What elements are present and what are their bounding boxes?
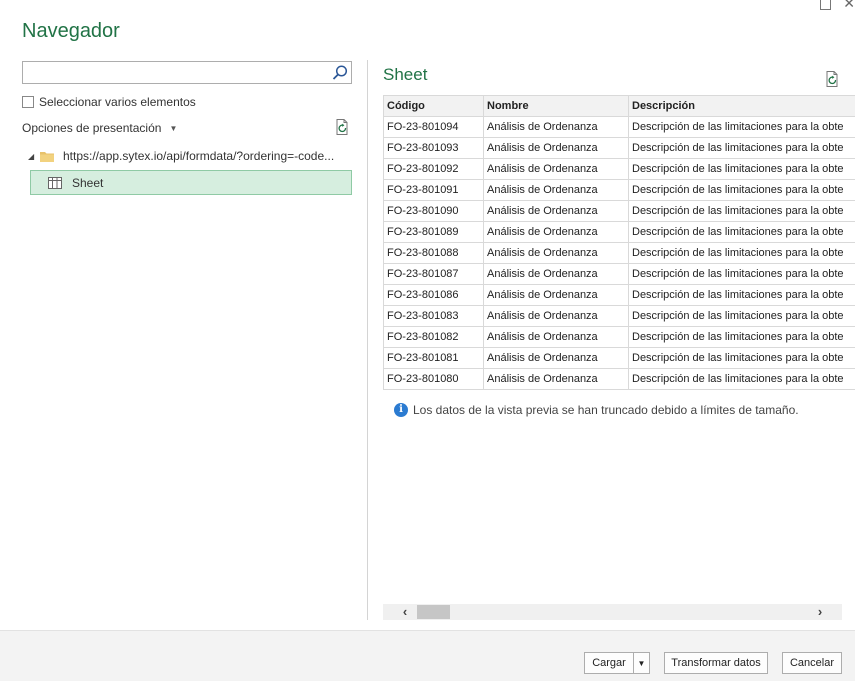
table-row: FO-23-801090 Análisis de Ordenanza Descrip… xyxy=(383,200,855,222)
scroll-right-arrow-icon[interactable]: › xyxy=(812,604,828,620)
preview-title: Sheet xyxy=(383,65,428,84)
table-cell: Descripción de las limitaciones para la … xyxy=(628,158,855,180)
scroll-left-arrow-icon[interactable]: ‹ xyxy=(397,604,413,620)
table-row: FO-23-801092 Análisis de Ordenanza Descrip… xyxy=(383,158,855,180)
tree-source-node[interactable]: ◢ https://app.sytex.io/api/formdata/?ord… xyxy=(28,149,349,163)
table-cell: FO-23-801089 xyxy=(383,221,484,243)
horizontal-scrollbar[interactable]: ‹ › xyxy=(383,604,842,620)
info-icon: i xyxy=(394,403,408,417)
table-header-row: Código Nombre Descripción xyxy=(383,95,855,117)
close-icon[interactable]: ✕ xyxy=(843,0,855,10)
column-header[interactable]: Código xyxy=(383,95,484,117)
folder-icon xyxy=(40,151,54,162)
table-cell: Descripción de las limitaciones para la … xyxy=(628,368,855,390)
window-controls: ✕ xyxy=(820,0,855,10)
scrollbar-thumb[interactable] xyxy=(417,605,450,619)
table-cell: FO-23-801092 xyxy=(383,158,484,180)
table-cell: FO-23-801081 xyxy=(383,347,484,369)
multi-select-option[interactable]: Seleccionar varios elementos xyxy=(22,95,196,109)
table-cell: FO-23-801086 xyxy=(383,284,484,306)
table-cell: Análisis de Ordenanza xyxy=(483,284,629,306)
navigator-dialog: ✕ Navegador Seleccionar varios elementos… xyxy=(0,0,855,681)
table-cell: Análisis de Ordenanza xyxy=(483,158,629,180)
dialog-footer: Cargar ▼ Transformar datos Cancelar xyxy=(0,630,855,681)
table-cell: Descripción de las limitaciones para la … xyxy=(628,242,855,264)
table-row: FO-23-801094 Análisis de Ordenanza Descrip… xyxy=(383,116,855,138)
table-row: FO-23-801083 Análisis de Ordenanza Descrip… xyxy=(383,305,855,327)
tree-source-label: https://app.sytex.io/api/formdata/?order… xyxy=(63,149,335,163)
table-cell: Análisis de Ordenanza xyxy=(483,137,629,159)
table-cell: FO-23-801087 xyxy=(383,263,484,285)
table-cell: FO-23-801080 xyxy=(383,368,484,390)
table-row: FO-23-801093 Análisis de Ordenanza Descrip… xyxy=(383,137,855,159)
table-cell: Análisis de Ordenanza xyxy=(483,305,629,327)
search-box[interactable] xyxy=(22,61,352,84)
table-row: FO-23-801087 Análisis de Ordenanza Descrip… xyxy=(383,263,855,285)
table-cell: Análisis de Ordenanza xyxy=(483,221,629,243)
table-cell: FO-23-801083 xyxy=(383,305,484,327)
table-cell: Análisis de Ordenanza xyxy=(483,347,629,369)
tree-item-sheet[interactable]: Sheet xyxy=(30,170,352,195)
table-cell: Descripción de las limitaciones para la … xyxy=(628,137,855,159)
search-input[interactable] xyxy=(23,62,323,83)
table-cell: Descripción de las limitaciones para la … xyxy=(628,200,855,222)
column-header[interactable]: Nombre xyxy=(483,95,629,117)
truncation-notice-text: Los datos de la vista previa se han trun… xyxy=(413,403,799,417)
multi-select-label: Seleccionar varios elementos xyxy=(39,95,196,109)
table-cell: Descripción de las limitaciones para la … xyxy=(628,179,855,201)
tree-item-label: Sheet xyxy=(72,175,104,190)
table-cell: FO-23-801093 xyxy=(383,137,484,159)
table-row: FO-23-801088 Análisis de Ordenanza Descrip… xyxy=(383,242,855,264)
multi-select-checkbox[interactable] xyxy=(22,96,34,108)
load-options-button[interactable]: ▼ xyxy=(633,652,650,674)
table-cell: Análisis de Ordenanza xyxy=(483,116,629,138)
refresh-icon[interactable] xyxy=(824,70,842,88)
table-cell: FO-23-801088 xyxy=(383,242,484,264)
table-cell: FO-23-801091 xyxy=(383,179,484,201)
column-header[interactable]: Descripción xyxy=(628,95,855,117)
preview-grid: Código Nombre Descripción FO-23-801094 An… xyxy=(383,95,855,391)
chevron-down-icon: ▼ xyxy=(637,658,646,668)
refresh-icon[interactable] xyxy=(334,118,352,136)
pane-divider[interactable] xyxy=(367,60,368,620)
table-icon xyxy=(48,176,62,189)
search-icon[interactable] xyxy=(331,64,349,82)
chevron-down-icon: ▼ xyxy=(169,123,178,133)
table-row: FO-23-801081 Análisis de Ordenanza Descrip… xyxy=(383,347,855,369)
table-row: FO-23-801082 Análisis de Ordenanza Descrip… xyxy=(383,326,855,348)
load-button[interactable]: Cargar xyxy=(584,652,634,674)
truncation-notice: i Los datos de la vista previa se han tr… xyxy=(394,403,799,417)
table-cell: Análisis de Ordenanza xyxy=(483,242,629,264)
table-cell: Descripción de las limitaciones para la … xyxy=(628,305,855,327)
table-cell: FO-23-801090 xyxy=(383,200,484,222)
table-cell: FO-23-801094 xyxy=(383,116,484,138)
table-cell: Descripción de las limitaciones para la … xyxy=(628,263,855,285)
table-cell: Descripción de las limitaciones para la … xyxy=(628,347,855,369)
expand-triangle-icon[interactable]: ◢ xyxy=(28,152,40,161)
table-row: FO-23-801091 Análisis de Ordenanza Descrip… xyxy=(383,179,855,201)
table-row: FO-23-801089 Análisis de Ordenanza Descrip… xyxy=(383,221,855,243)
table-cell: Descripción de las limitaciones para la … xyxy=(628,326,855,348)
table-cell: FO-23-801082 xyxy=(383,326,484,348)
table-cell: Análisis de Ordenanza xyxy=(483,263,629,285)
table-cell: Análisis de Ordenanza xyxy=(483,200,629,222)
display-options-dropdown[interactable]: Opciones de presentación ▼ xyxy=(22,121,177,135)
maximize-icon[interactable] xyxy=(820,0,832,10)
table-row: FO-23-801080 Análisis de Ordenanza Descrip… xyxy=(383,368,855,390)
table-row: FO-23-801086 Análisis de Ordenanza Descrip… xyxy=(383,284,855,306)
display-options-label: Opciones de presentación xyxy=(22,121,162,135)
table-cell: Análisis de Ordenanza xyxy=(483,326,629,348)
table-cell: Descripción de las limitaciones para la … xyxy=(628,116,855,138)
preview-table: Código Nombre Descripción FO-23-801094 An… xyxy=(383,95,855,390)
dialog-title: Navegador xyxy=(22,20,120,42)
table-cell: Análisis de Ordenanza xyxy=(483,368,629,390)
table-cell: Análisis de Ordenanza xyxy=(483,179,629,201)
transform-data-button[interactable]: Transformar datos xyxy=(664,652,768,674)
cancel-button[interactable]: Cancelar xyxy=(782,652,842,674)
table-cell: Descripción de las limitaciones para la … xyxy=(628,221,855,243)
table-cell: Descripción de las limitaciones para la … xyxy=(628,284,855,306)
